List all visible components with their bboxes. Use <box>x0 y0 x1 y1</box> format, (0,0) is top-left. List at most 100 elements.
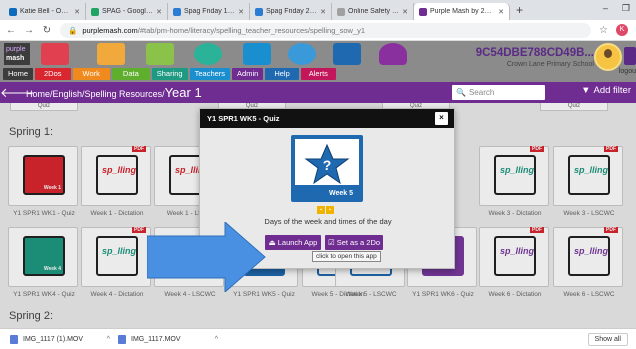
main-nav: Home 2Dos Work Data Sharing Teachers Adm… <box>3 68 336 80</box>
app-badges: ▪ ▪ <box>317 206 334 214</box>
address-bar: ← → ↻ 🔒 purplemash.com/#tab/pm-home/lite… <box>0 20 636 41</box>
star-icon: ? <box>304 143 350 185</box>
badge-icon: ▪ <box>317 206 325 214</box>
work-folder-icon[interactable] <box>97 43 125 65</box>
sharing-globe-icon[interactable] <box>194 43 222 65</box>
tab-title: Online Safety Goes Wi <box>348 8 399 15</box>
browser-tab[interactable]: Spag Friday 220520.do✕ <box>250 3 332 20</box>
tab-favicon-icon <box>173 7 181 16</box>
launch-app-label: Launch App <box>277 238 318 247</box>
tab-favicon-icon <box>337 7 345 16</box>
nav-help[interactable]: Help <box>265 68 299 80</box>
browser-tab[interactable]: SPAG - Google Drive✕ <box>86 3 168 20</box>
search-placeholder: Search <box>468 88 495 97</box>
checkbox-icon: ☑ <box>327 238 335 247</box>
nav-alerts[interactable]: Alerts <box>300 68 336 80</box>
app-header: purple mash Home 2Dos Work Data Sharing T… <box>0 41 636 82</box>
tab-favicon-icon <box>419 7 427 16</box>
search-icon: 🔍 <box>456 88 466 97</box>
url-field[interactable]: 🔒 purplemash.com/#tab/pm-home/literacy/s… <box>60 22 592 38</box>
breadcrumb-path[interactable]: Home/English/Spelling Resources/ <box>26 89 165 99</box>
tab-favicon-icon <box>255 7 263 16</box>
annotation-arrow-icon <box>147 222 266 292</box>
chevron-up-icon[interactable]: ^ <box>107 336 110 343</box>
tab-close-icon[interactable]: ✕ <box>156 8 162 16</box>
browser-tab[interactable]: Spag Friday 150520.do✕ <box>168 3 250 20</box>
modal-title: Y1 SPR1 WK5 - Quiz <box>207 114 280 123</box>
tab-close-icon[interactable]: ✕ <box>74 8 80 16</box>
teachers-cap-icon[interactable] <box>243 43 271 65</box>
download-item[interactable]: IMG_1117 (1).MOV ^ <box>10 334 110 344</box>
add-filter-label: Add filter <box>593 85 632 96</box>
logo-text-bottom: mash <box>6 55 25 62</box>
tooltip: click to open this app <box>312 251 381 262</box>
nav-admin[interactable]: Admin <box>232 68 264 80</box>
window-controls: – ❐ <box>603 3 630 14</box>
lock-icon: 🔒 <box>68 25 78 35</box>
todo-icon[interactable] <box>41 43 69 65</box>
browser-tab-active[interactable]: Purple Mash by 2Simp ✕ <box>414 3 510 20</box>
close-button[interactable]: × <box>435 112 448 125</box>
modal-header: Y1 SPR1 WK5 - Quiz × <box>200 109 454 128</box>
data-chart-icon[interactable] <box>146 43 174 65</box>
new-tab-button[interactable]: + <box>510 3 529 20</box>
download-filename: IMG_1117 (1).MOV <box>23 335 84 343</box>
launch-app-button[interactable]: ⏏ Launch App <box>265 235 321 250</box>
download-item[interactable]: IMG_1117.MOV ^ <box>118 334 218 344</box>
search-input[interactable]: 🔍 Search <box>452 85 545 100</box>
logout-label[interactable]: logou <box>619 68 636 75</box>
user-avatar[interactable] <box>594 43 622 71</box>
nav-teachers[interactable]: Teachers <box>189 68 231 80</box>
tab-close-icon[interactable]: ✕ <box>320 8 326 16</box>
admin-gear-icon[interactable] <box>288 43 316 65</box>
back-arrow-icon[interactable]: ← <box>6 25 16 36</box>
download-filename: IMG_1117.MOV <box>131 335 181 343</box>
browser-tab[interactable]: Katie Bell - Outlook We✕ <box>4 3 86 20</box>
icon-week-label: Week 5 <box>329 190 353 197</box>
purple-mash-logo[interactable]: purple mash <box>4 43 30 65</box>
alerts-bell-icon[interactable] <box>379 43 407 65</box>
tab-title: Katie Bell - Outlook We <box>20 8 71 15</box>
show-all-button[interactable]: Show all <box>587 333 628 346</box>
badge-icon: ▪ <box>326 206 334 214</box>
help-question-icon[interactable] <box>333 43 361 65</box>
minimize-icon[interactable]: – <box>603 3 608 14</box>
breadcrumb: Home/English/Spelling Resources/Year 1 <box>26 85 202 100</box>
set-as-2do-label: Set as a 2Do <box>336 238 381 247</box>
school-name: Crown Lane Primary School <box>506 61 594 68</box>
filter-icon: ▼ <box>581 85 591 96</box>
nav-sharing[interactable]: Sharing <box>151 68 188 80</box>
logout-icon[interactable] <box>624 47 636 65</box>
account-info[interactable]: 9C54DBE788CD49B... Crown Lane Primary Sc… <box>476 47 594 68</box>
browser-tab-bar: Katie Bell - Outlook We✕ SPAG - Google D… <box>0 0 636 20</box>
video-file-icon <box>10 334 18 344</box>
url-path: /#tab/pm-home/literacy/spelling_teacher_… <box>137 25 366 35</box>
account-code: 9C54DBE788CD49B... <box>475 47 594 59</box>
url-domain: purplemash.com <box>82 25 138 35</box>
launch-icon: ⏏ <box>268 238 276 247</box>
nav-work[interactable]: Work <box>72 68 110 80</box>
download-shelf: IMG_1117 (1).MOV ^ IMG_1117.MOV ^ Show all <box>0 328 636 349</box>
tab-close-icon[interactable]: ✕ <box>238 8 244 16</box>
nav-home[interactable]: Home <box>3 68 34 80</box>
tab-title: Spag Friday 220520.do <box>266 8 318 15</box>
bookmark-star-icon[interactable]: ☆ <box>599 25 608 36</box>
nav-2dos[interactable]: 2Dos <box>35 68 71 80</box>
tab-close-icon[interactable]: ✕ <box>498 8 504 16</box>
back-arrow-icon[interactable]: 🡐 <box>0 82 35 103</box>
tab-favicon-icon <box>9 7 17 16</box>
reload-icon[interactable]: ↻ <box>42 25 52 36</box>
nav-data[interactable]: Data <box>111 68 150 80</box>
svg-text:?: ? <box>323 157 332 173</box>
quiz-app-icon: ? Week 5 <box>291 135 363 202</box>
browser-tab[interactable]: Online Safety Goes Wi✕ <box>332 3 414 20</box>
tab-close-icon[interactable]: ✕ <box>402 8 408 16</box>
chevron-up-icon[interactable]: ^ <box>215 336 218 343</box>
forward-arrow-icon[interactable]: → <box>24 25 34 36</box>
video-file-icon <box>118 334 126 344</box>
tab-title: Purple Mash by 2Simp <box>430 8 496 15</box>
set-as-2do-button[interactable]: ☑ Set as a 2Do <box>325 235 383 250</box>
add-filter-button[interactable]: ▼ Add filter <box>581 85 631 96</box>
maximize-icon[interactable]: ❐ <box>622 3 630 14</box>
profile-avatar[interactable]: K <box>616 24 628 36</box>
